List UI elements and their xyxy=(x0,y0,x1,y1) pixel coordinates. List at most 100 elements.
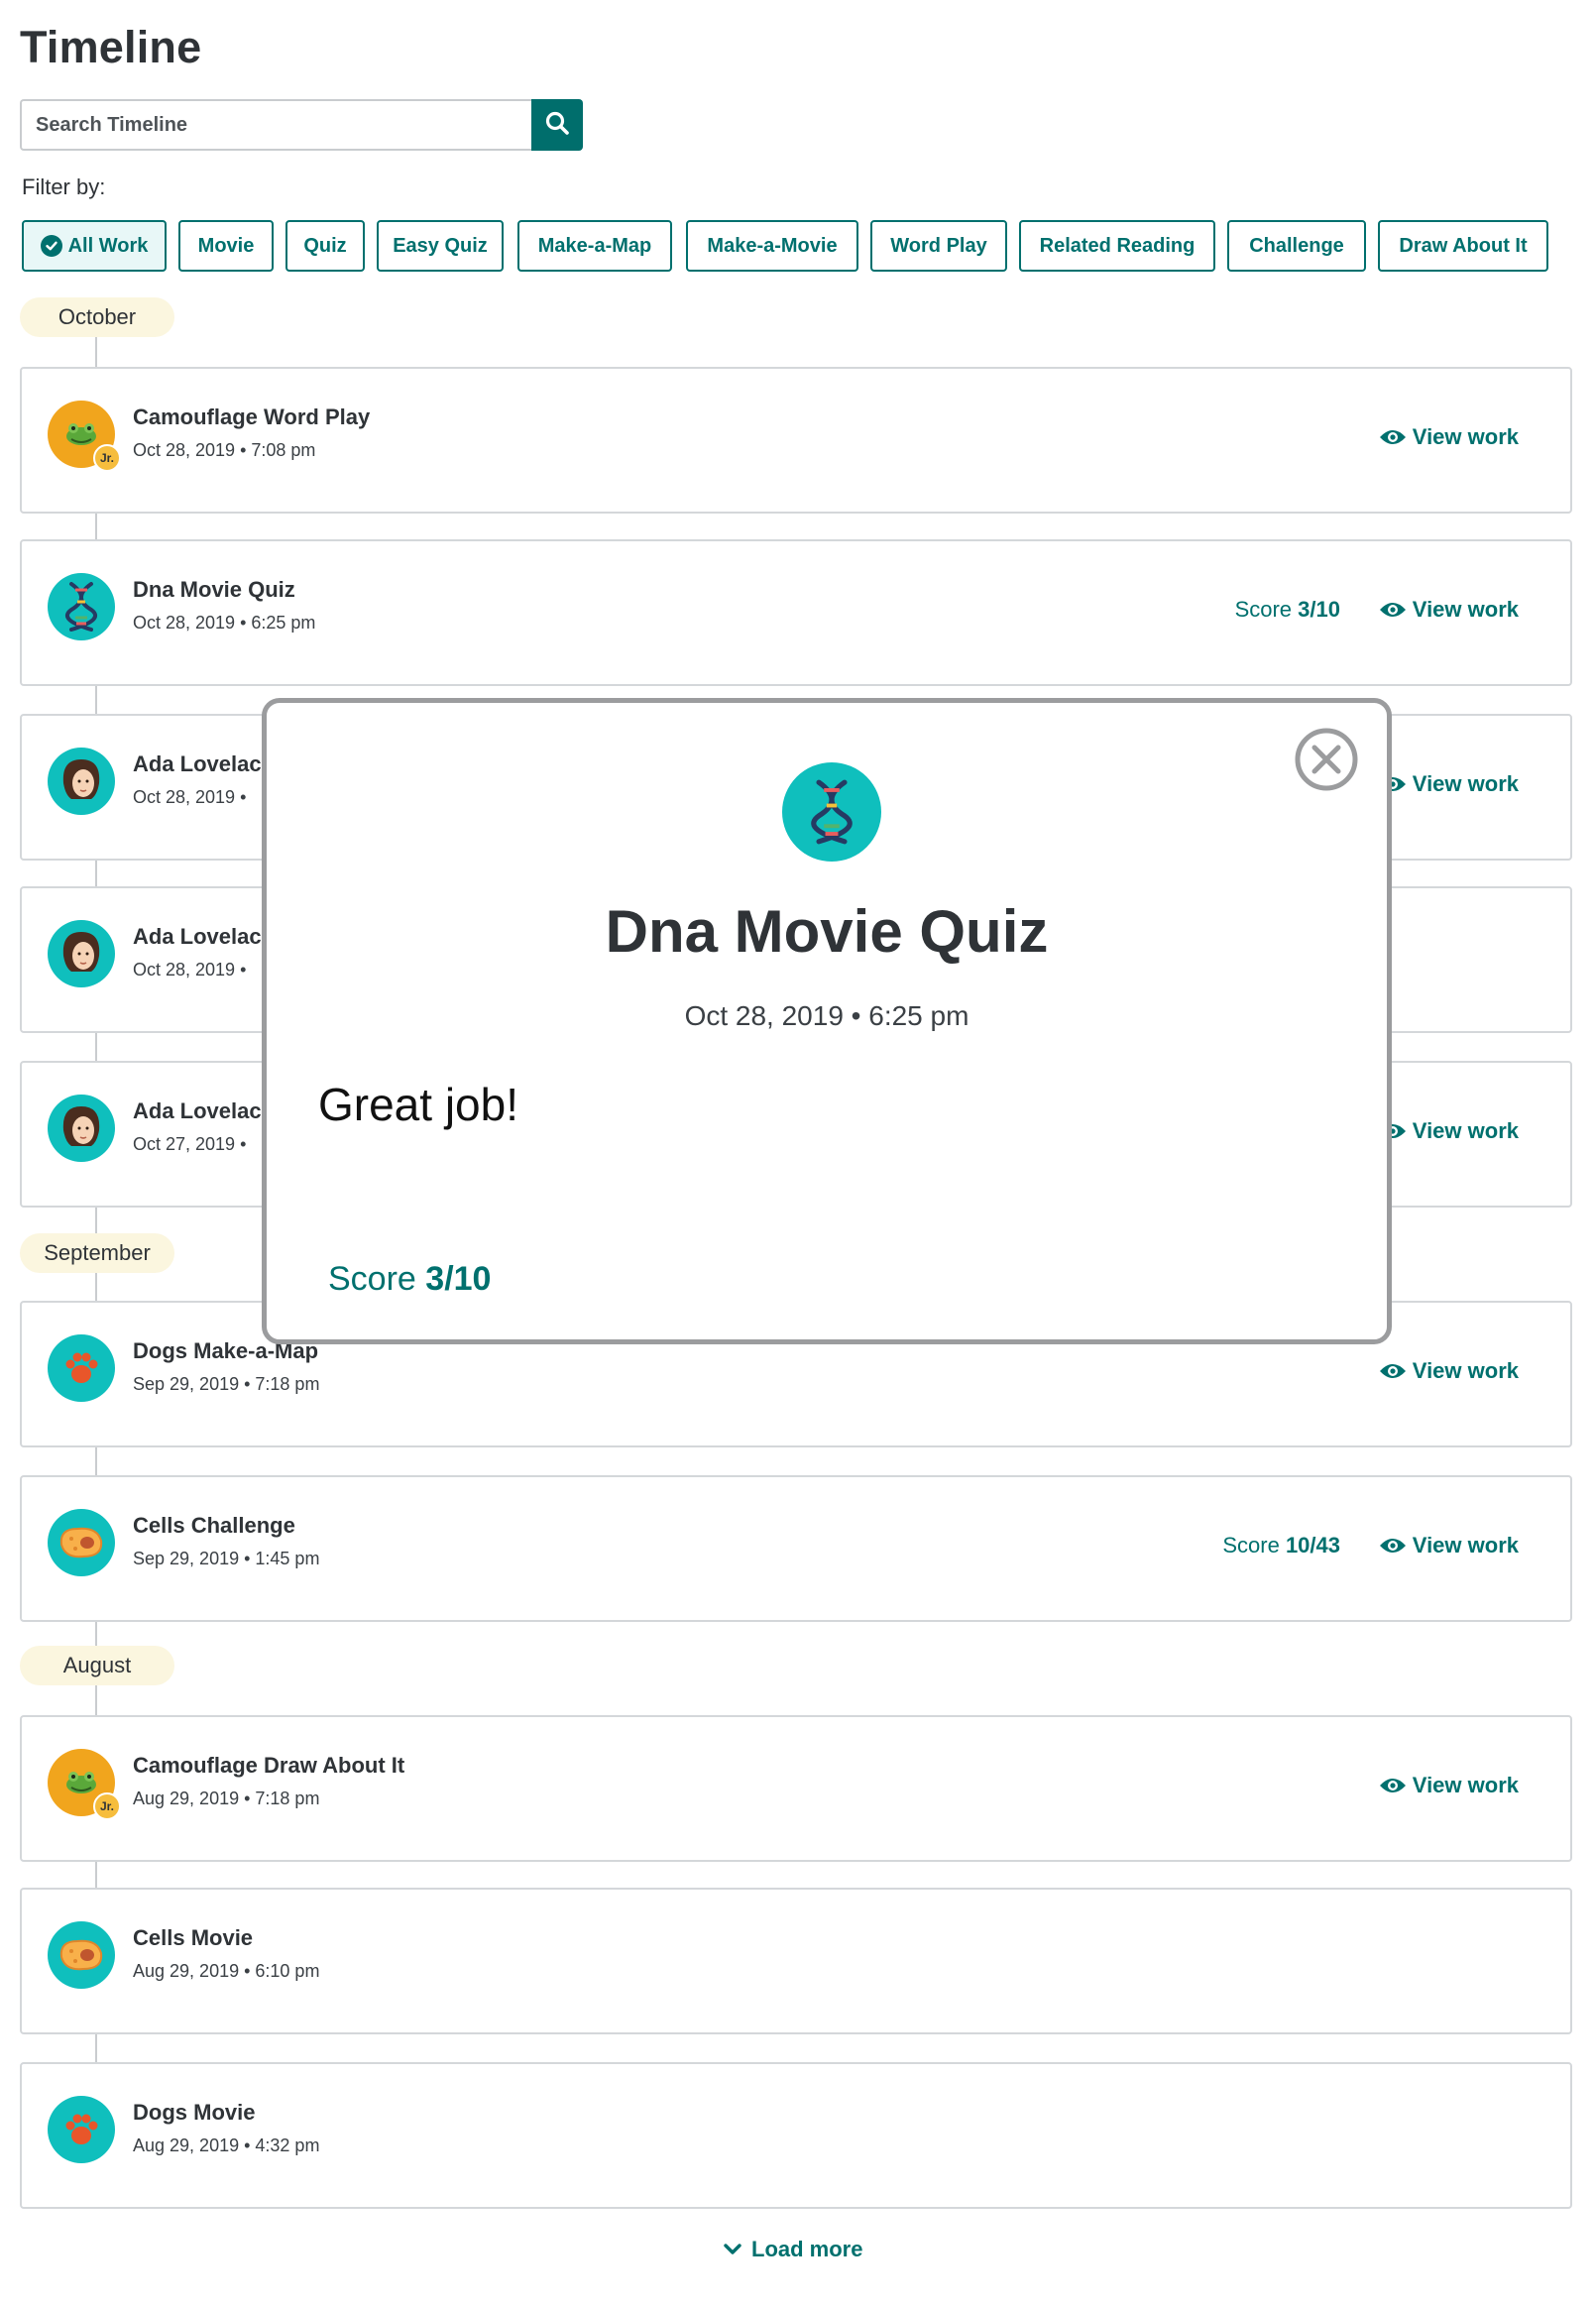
ada-lovelace-icon xyxy=(48,1095,115,1162)
jr-badge: Jr. xyxy=(93,1792,121,1820)
filter-label-text: Easy Quiz xyxy=(393,234,488,257)
load-more-label: Load more xyxy=(751,2237,863,2261)
view-work-link[interactable]: View work xyxy=(1379,1773,1519,1798)
eye-icon xyxy=(1379,1779,1406,1792)
eye-icon xyxy=(1379,603,1406,617)
card-title: Camouflage Word Play xyxy=(133,404,371,429)
month-label-october: October xyxy=(20,297,174,337)
filter-label-text: Movie xyxy=(197,234,255,257)
view-work-label: View work xyxy=(1412,771,1519,796)
timeline-card[interactable]: Dogs Movie Aug 29, 2019 • 4:32 pm xyxy=(20,2062,1572,2209)
card-title: Ada Lovelac xyxy=(133,751,262,776)
score-value: 3/10 xyxy=(425,1260,492,1298)
feedback-message: Great job! xyxy=(318,1079,518,1130)
dna-icon xyxy=(48,573,115,640)
load-more-button[interactable]: Load more xyxy=(724,2237,862,2262)
score-display: Score 3/10 xyxy=(1235,597,1340,623)
filter-quiz[interactable]: Quiz xyxy=(285,220,365,272)
timeline-page: Timeline Filter by: All Work Movie Quiz … xyxy=(0,0,1596,2308)
card-title: Dogs Movie xyxy=(133,2100,256,2125)
card-title: Ada Lovelac xyxy=(133,924,262,949)
view-work-label: View work xyxy=(1412,1358,1519,1383)
timeline-card[interactable]: Cells Movie Aug 29, 2019 • 6:10 pm xyxy=(20,1888,1572,2034)
filter-label-text: All Work xyxy=(67,234,149,257)
card-date: Oct 28, 2019 • 6:25 pm xyxy=(133,613,316,633)
eye-icon xyxy=(1379,1539,1406,1553)
view-work-link[interactable]: View work xyxy=(1379,597,1519,623)
modal-score: Score 3/10 xyxy=(328,1260,491,1299)
card-date: Oct 28, 2019 • xyxy=(133,787,247,807)
view-work-label: View work xyxy=(1412,1533,1519,1558)
timeline-connector xyxy=(95,1206,97,1233)
jr-badge: Jr. xyxy=(93,444,121,472)
close-icon xyxy=(1295,728,1358,791)
paw-icon xyxy=(48,2096,115,2163)
card-date: Oct 28, 2019 • 7:08 pm xyxy=(133,440,316,460)
eye-icon xyxy=(1379,1364,1406,1378)
search-button[interactable] xyxy=(531,99,583,151)
filter-make-a-map[interactable]: Make-a-Map xyxy=(517,220,672,272)
score-prefix: Score xyxy=(1234,597,1293,622)
filter-challenge[interactable]: Challenge xyxy=(1227,220,1366,272)
view-work-link[interactable]: View work xyxy=(1379,1118,1519,1144)
view-work-link[interactable]: View work xyxy=(1379,1358,1519,1384)
card-title: Camouflage Draw About It xyxy=(133,1753,405,1778)
filter-label-text: Draw About It xyxy=(1399,234,1528,257)
timeline-card[interactable]: Jr. Camouflage Word Play Oct 28, 2019 • … xyxy=(20,367,1572,514)
timeline-connector xyxy=(95,337,97,367)
view-work-link[interactable]: View work xyxy=(1379,424,1519,450)
chevron-down-icon xyxy=(724,2244,741,2254)
filter-label-text: Make-a-Map xyxy=(537,234,652,257)
close-button[interactable] xyxy=(1294,727,1359,792)
modal-date: Oct 28, 2019 • 6:25 pm xyxy=(684,1000,969,1031)
view-work-link[interactable]: View work xyxy=(1379,1533,1519,1558)
filter-label: Filter by: xyxy=(22,174,106,199)
filter-label-text: Challenge xyxy=(1249,234,1344,257)
frog-jr-icon: Jr. xyxy=(48,401,121,472)
page-title: Timeline xyxy=(20,22,202,72)
cell-icon xyxy=(48,1921,115,1989)
check-icon xyxy=(40,235,62,257)
cell-icon xyxy=(48,1509,115,1576)
view-work-link[interactable]: View work xyxy=(1379,771,1519,797)
filter-make-a-movie[interactable]: Make-a-Movie xyxy=(686,220,858,272)
card-date: Oct 27, 2019 • xyxy=(133,1134,247,1154)
frog-jr-icon: Jr. xyxy=(48,1749,121,1820)
filter-label-text: Quiz xyxy=(303,234,347,257)
timeline-connector xyxy=(95,1445,97,1475)
timeline-connector xyxy=(95,1685,97,1715)
score-prefix: Score xyxy=(328,1260,416,1298)
timeline-connector xyxy=(95,2034,97,2062)
month-label-august: August xyxy=(20,1646,174,1685)
score-value: 3/10 xyxy=(1298,597,1340,622)
ada-lovelace-icon xyxy=(48,920,115,987)
card-date: Aug 29, 2019 • 4:32 pm xyxy=(133,2135,320,2155)
month-label-september: September xyxy=(20,1233,174,1273)
filter-draw-about-it[interactable]: Draw About It xyxy=(1378,220,1548,272)
view-work-label: View work xyxy=(1412,1773,1519,1797)
filter-word-play[interactable]: Word Play xyxy=(870,220,1007,272)
filter-all-work[interactable]: All Work xyxy=(22,220,167,272)
dna-icon xyxy=(782,762,881,862)
timeline-connector xyxy=(95,1273,97,1301)
filter-label-text: Word Play xyxy=(890,234,987,257)
search-input[interactable] xyxy=(20,99,531,151)
search-bar xyxy=(20,99,583,151)
filter-movie[interactable]: Movie xyxy=(178,220,274,272)
card-title: Cells Movie xyxy=(133,1925,254,1950)
timeline-connector xyxy=(95,859,97,886)
card-title: Ada Lovelac xyxy=(133,1098,262,1123)
timeline-card[interactable]: Dna Movie Quiz Oct 28, 2019 • 6:25 pm Sc… xyxy=(20,539,1572,686)
modal-title: Dna Movie Quiz xyxy=(605,898,1049,965)
card-title: Cells Challenge xyxy=(133,1513,295,1538)
timeline-card[interactable]: Cells Challenge Sep 29, 2019 • 1:45 pm S… xyxy=(20,1475,1572,1622)
search-icon xyxy=(544,110,570,141)
timeline-card[interactable]: Jr. Camouflage Draw About It Aug 29, 201… xyxy=(20,1715,1572,1862)
view-work-label: View work xyxy=(1412,597,1519,622)
ada-lovelace-icon xyxy=(48,748,115,815)
score-value: 10/43 xyxy=(1285,1533,1340,1558)
card-date: Sep 29, 2019 • 1:45 pm xyxy=(133,1549,320,1568)
filter-related-reading[interactable]: Related Reading xyxy=(1019,220,1215,272)
filter-easy-quiz[interactable]: Easy Quiz xyxy=(377,220,504,272)
filter-label-text: Related Reading xyxy=(1039,234,1196,257)
